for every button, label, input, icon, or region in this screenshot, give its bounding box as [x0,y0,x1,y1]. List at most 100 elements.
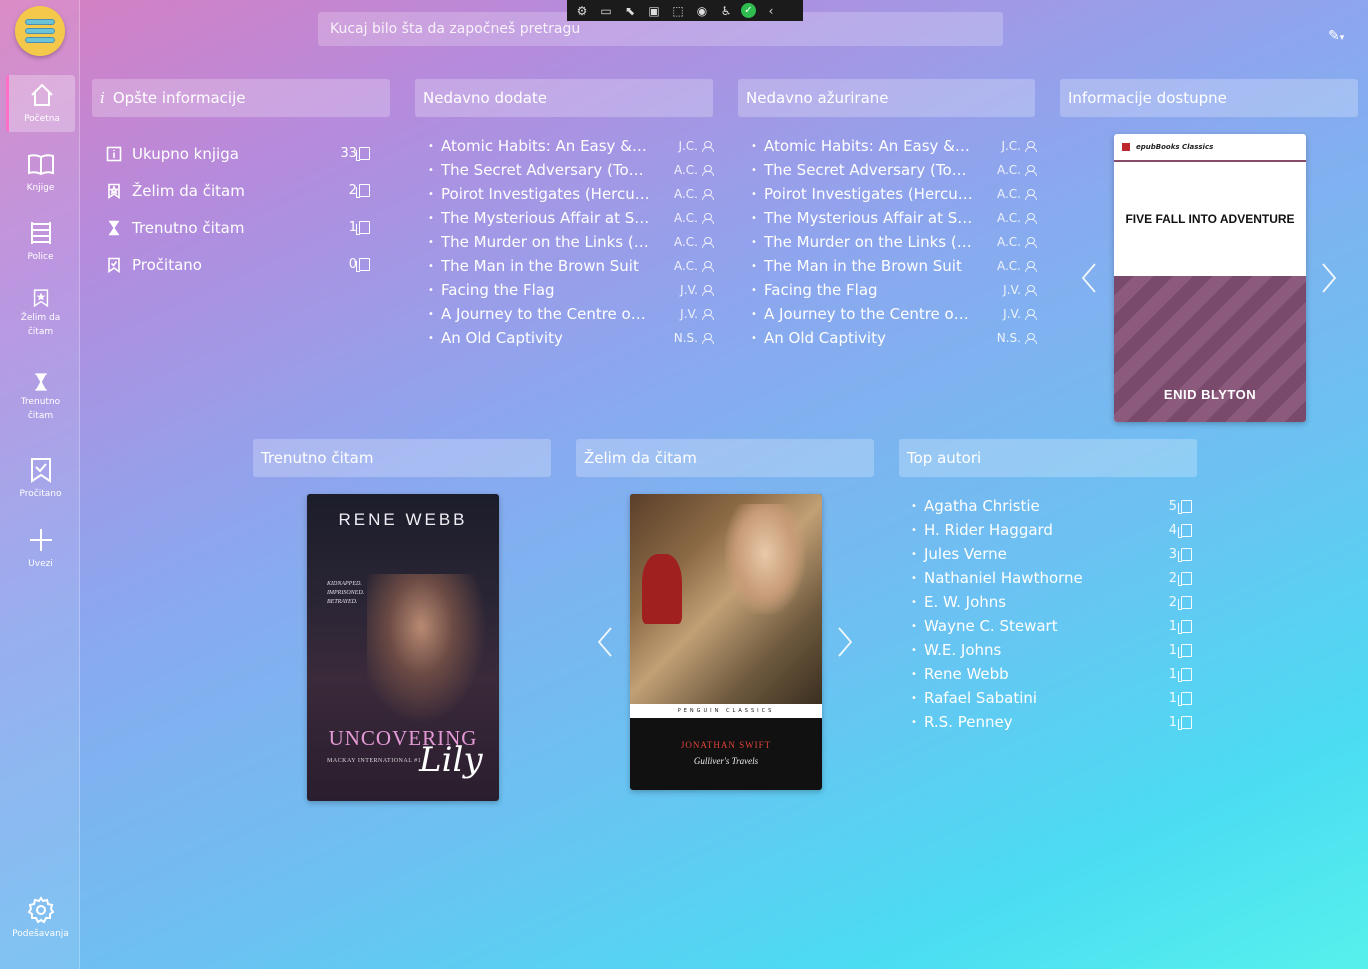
sidebar-item-currently-reading[interactable]: Trenutno čitam [6,366,75,423]
sidebar-item-want-to-read[interactable]: Želim da čitam [6,282,75,339]
author-count: 1 [1169,691,1192,706]
info-label: Ukupno knjiga [132,144,239,163]
app-logo[interactable] [15,6,65,56]
book-cover-five-fall[interactable]: epubBooks Classics FIVE FALL INTO ADVENT… [1114,134,1306,422]
list-item[interactable]: • E. W. Johns 2 [910,590,1192,614]
carousel-prev-button[interactable] [594,624,616,660]
sidebar-item-shelves[interactable]: Police [6,213,75,270]
book-author: N.S. [974,331,1037,345]
settings-icon[interactable]: ⚙ [573,3,591,19]
author-name[interactable]: H. Rider Haggard [924,521,1169,539]
edit-layout-button[interactable]: ✎▾ [1328,28,1356,46]
book-author: A.C. [651,163,714,177]
book-title[interactable]: Atomic Habits: An Easy & P... [764,137,974,155]
list-item[interactable]: • Facing the Flag J.V. [427,278,714,302]
sidebar-item-settings[interactable]: Podešavanja [6,890,75,947]
list-item[interactable]: • R.S. Penney 1 [910,710,1192,734]
list-item[interactable]: • Nathaniel Hawthorne 2 [910,566,1192,590]
book-title[interactable]: Poirot Investigates (Hercule... [764,185,974,203]
book-title[interactable]: The Mysterious Affair at Sty... [764,209,974,227]
list-item[interactable]: • W.E. Johns 1 [910,638,1192,662]
book-title[interactable]: A Journey to the Centre of ... [764,305,974,323]
author-count: 2 [1169,595,1192,610]
panel-header-currently-reading: Trenutno čitam [253,439,551,477]
book-title[interactable]: The Man in the Brown Suit [764,257,974,275]
book-title[interactable]: The Secret Adversary (Tom... [764,161,974,179]
carousel-next-button[interactable] [834,624,856,660]
chevron-left-icon[interactable]: ‹ [762,3,780,19]
sidebar-item-read[interactable]: Pročitano [6,450,75,507]
broadcast-icon[interactable]: ◉ [693,3,711,19]
list-item[interactable]: • The Murder on the Links (H... A.C. [750,230,1037,254]
author-count: 1 [1169,715,1192,730]
book-cover-gullivers-travels[interactable]: PENGUIN CLASSICS JONATHAN SWIFT Gulliver… [630,494,822,790]
sidebar-item-books[interactable]: Knjige [6,144,75,201]
bullet: • [428,140,434,152]
person-icon [702,237,714,248]
person-icon [1025,237,1037,248]
list-item[interactable]: • Rafael Sabatini 1 [910,686,1192,710]
author-name[interactable]: Agatha Christie [924,497,1169,515]
info-count: 1 [349,220,370,235]
book-title[interactable]: An Old Captivity [764,329,974,347]
list-item[interactable]: • Poirot Investigates (Hercule... A.C. [427,182,714,206]
author-name[interactable]: W.E. Johns [924,641,1169,659]
list-item[interactable]: • Poirot Investigates (Hercule... A.C. [750,182,1037,206]
cursor-icon[interactable]: ⬉ [621,3,639,19]
list-item[interactable]: • Wayne C. Stewart 1 [910,614,1192,638]
book-cover-uncovering-lily[interactable]: RENE WEBB KIDNAPPED. IMPRISONED. BETRAYE… [307,494,499,801]
sidebar-item-home[interactable]: Početna [6,75,75,132]
list-item[interactable]: • The Murder on the Links (H... A.C. [427,230,714,254]
list-item[interactable]: • An Old Captivity N.S. [427,326,714,350]
list-item[interactable]: • Facing the Flag J.V. [750,278,1037,302]
author-name[interactable]: Jules Verne [924,545,1169,563]
book-title[interactable]: A Journey to the Centre of ... [441,305,651,323]
sidebar-item-import[interactable]: Uvezi [6,520,75,577]
book-title[interactable]: Poirot Investigates (Hercule... [441,185,651,203]
author-name[interactable]: Nathaniel Hawthorne [924,569,1169,587]
author-name[interactable]: R.S. Penney [924,713,1169,731]
check-icon[interactable]: ✓ [741,3,756,18]
author-name[interactable]: Rene Webb [924,665,1169,683]
book-title[interactable]: The Secret Adversary (Tom... [441,161,651,179]
book-title[interactable]: Facing the Flag [764,281,974,299]
list-item[interactable]: • The Man in the Brown Suit A.C. [427,254,714,278]
list-item[interactable]: • The Secret Adversary (Tom... A.C. [427,158,714,182]
list-item[interactable]: • A Journey to the Centre of ... J.V. [750,302,1037,326]
list-item[interactable]: • The Secret Adversary (Tom... A.C. [750,158,1037,182]
list-item[interactable]: • A Journey to the Centre of ... J.V. [427,302,714,326]
list-item[interactable]: • Jules Verne 3 [910,542,1192,566]
carousel-prev-button[interactable] [1078,260,1100,296]
list-item[interactable]: • The Mysterious Affair at Sty... A.C. [427,206,714,230]
book-title[interactable]: An Old Captivity [441,329,651,347]
book-title[interactable]: The Man in the Brown Suit [441,257,651,275]
author-name[interactable]: Rafael Sabatini [924,689,1169,707]
author-name[interactable]: Wayne C. Stewart [924,617,1169,635]
book-author: A.C. [974,211,1037,225]
book-title[interactable]: Atomic Habits: An Easy & P... [441,137,651,155]
bullet: • [751,188,757,200]
book-title[interactable]: Facing the Flag [441,281,651,299]
book-title[interactable]: The Murder on the Links (H... [441,233,651,251]
author-name[interactable]: E. W. Johns [924,593,1169,611]
select-icon[interactable]: ⬚ [669,3,687,19]
list-item[interactable]: • Atomic Habits: An Easy & P... J.C. [427,134,714,158]
info-row-want: Želim da čitam 2 [105,172,370,209]
chevron-right-icon [838,627,853,657]
list-item[interactable]: • Rene Webb 1 [910,662,1192,686]
carousel-next-button[interactable] [1318,260,1340,296]
book-title[interactable]: The Murder on the Links (H... [764,233,974,251]
info-count: 33 [340,146,370,161]
bullet: • [428,164,434,176]
video-icon[interactable]: ▭ [597,3,615,19]
book-title[interactable]: The Mysterious Affair at Sty... [441,209,651,227]
count-value: 1 [1168,714,1177,730]
list-item[interactable]: • The Man in the Brown Suit A.C. [750,254,1037,278]
list-item[interactable]: • Agatha Christie 5 [910,494,1192,518]
frame-icon[interactable]: ▣ [645,3,663,19]
list-item[interactable]: • H. Rider Haggard 4 [910,518,1192,542]
list-item[interactable]: • Atomic Habits: An Easy & P... J.C. [750,134,1037,158]
accessibility-icon[interactable]: ♿ [717,3,735,19]
list-item[interactable]: • The Mysterious Affair at Sty... A.C. [750,206,1037,230]
list-item[interactable]: • An Old Captivity N.S. [750,326,1037,350]
